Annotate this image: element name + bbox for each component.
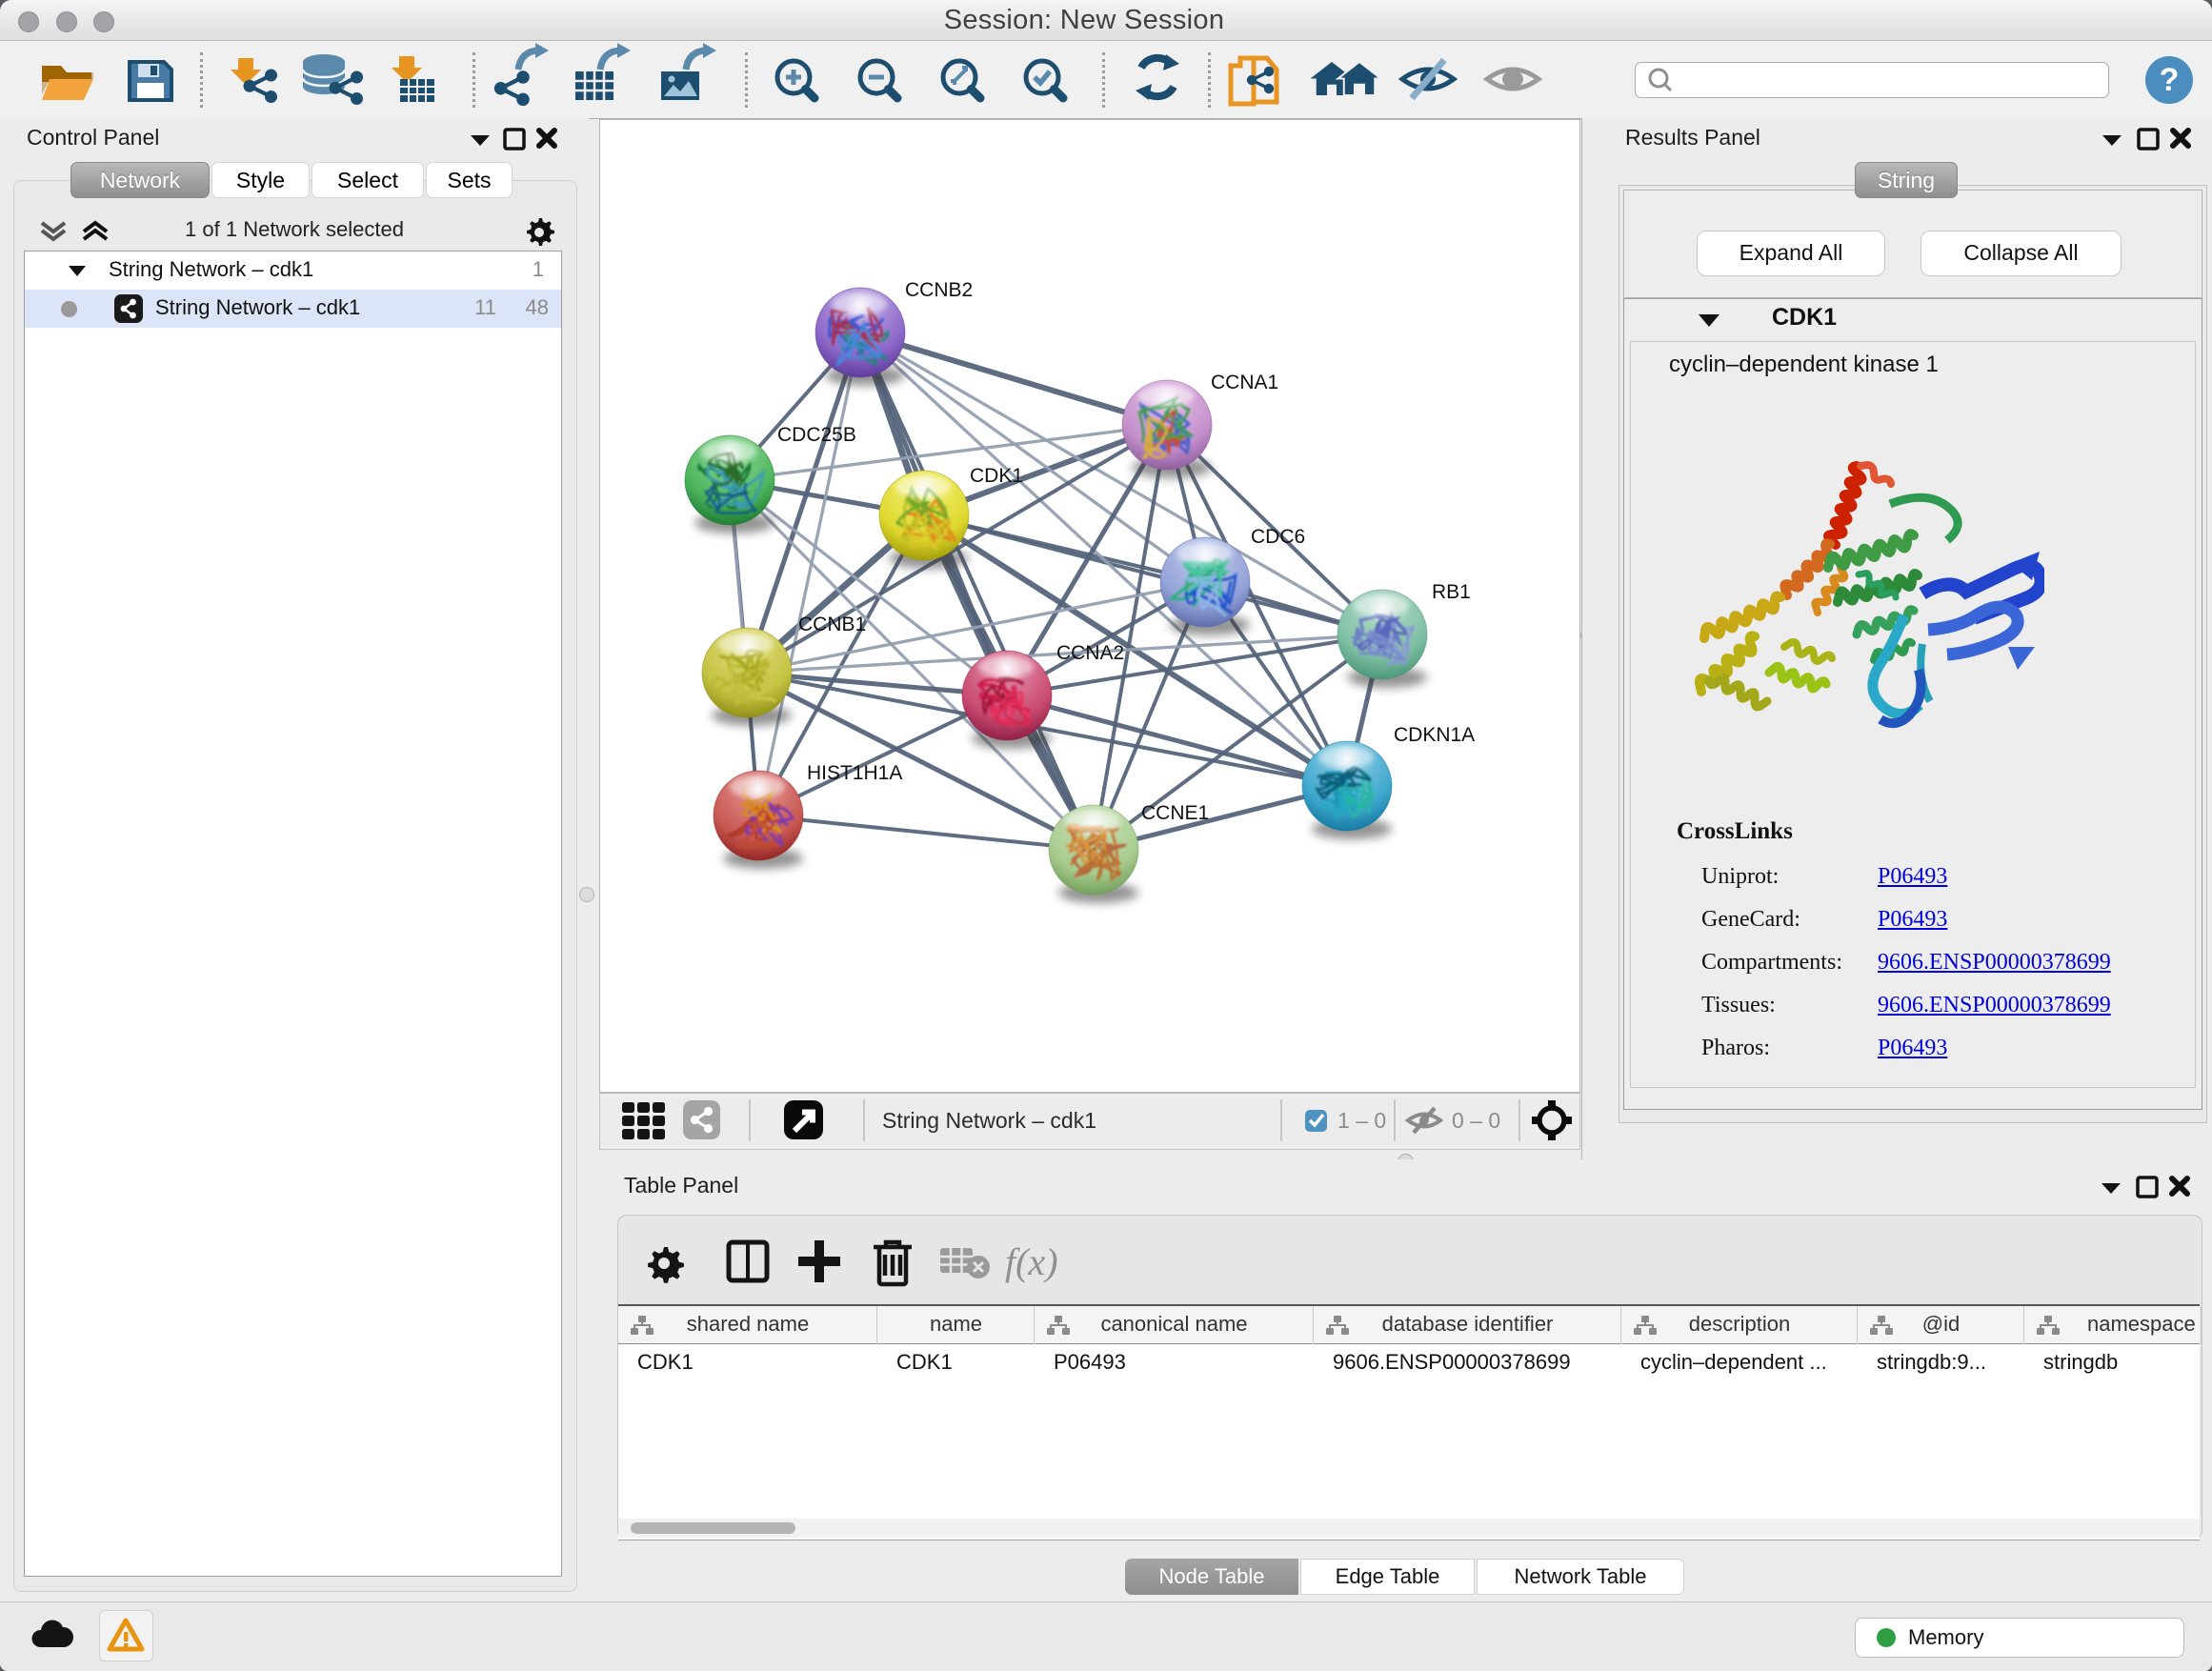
svg-text:f(x): f(x) (1005, 1240, 1058, 1283)
svg-text:CDKN1A: CDKN1A (1394, 724, 1475, 746)
svg-text:1 – 0: 1 – 0 (1337, 1108, 1386, 1133)
svg-text:CCNB1: CCNB1 (798, 614, 866, 635)
svg-text:RB1: RB1 (1432, 581, 1471, 603)
svg-text:CCNE1: CCNE1 (1141, 802, 1209, 824)
svg-text:HIST1H1A: HIST1H1A (807, 762, 902, 784)
svg-text:CDC6: CDC6 (1251, 526, 1305, 548)
svg-text:CCNA1: CCNA1 (1211, 372, 1278, 393)
svg-text:CDK1: CDK1 (970, 465, 1023, 487)
svg-text:String Network – cdk1: String Network – cdk1 (882, 1108, 1096, 1133)
svg-text:CCNB2: CCNB2 (905, 279, 973, 301)
svg-text:CDC25B: CDC25B (777, 424, 856, 446)
svg-text:0 – 0: 0 – 0 (1452, 1108, 1500, 1133)
svg-text:CCNA2: CCNA2 (1056, 642, 1124, 664)
